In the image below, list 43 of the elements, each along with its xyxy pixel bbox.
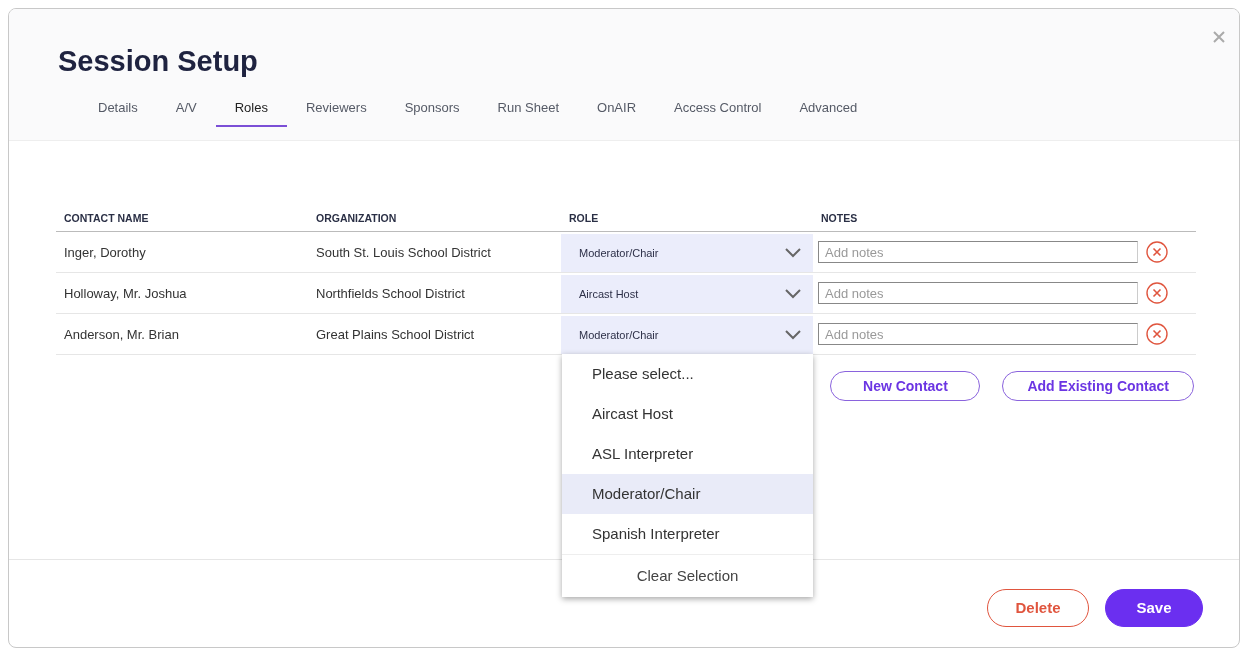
column-header: NOTES (820, 212, 859, 226)
menu-option[interactable]: Please select... (562, 353, 813, 394)
notes-field[interactable]: Add notes (818, 282, 1138, 304)
menu-option[interactable]: Spanish Interpreter (562, 513, 813, 554)
table-cell-text: Great Plains School District (315, 326, 476, 342)
tab[interactable]: Access Control (655, 100, 781, 127)
tab[interactable]: Details (79, 100, 157, 127)
chevron-down-icon (785, 329, 801, 340)
menu-option[interactable]: Aircast Host (562, 393, 813, 434)
menu-option[interactable]: ASL Interpreter (562, 433, 813, 474)
tab[interactable]: Roles (215, 100, 287, 127)
tab[interactable]: Sponsors (385, 100, 479, 127)
remove-icon[interactable] (1146, 323, 1168, 345)
tab[interactable]: Reviewers (286, 100, 386, 127)
tab[interactable]: A/V (156, 100, 216, 127)
tab[interactable]: Run Sheet (478, 100, 578, 127)
remove-icon[interactable] (1146, 241, 1168, 263)
tab[interactable]: OnAIR (578, 100, 656, 127)
clear-selection-option[interactable]: Clear Selection (562, 553, 813, 597)
close-icon[interactable] (1213, 31, 1225, 43)
column-header: ROLE (568, 212, 600, 226)
role-dropdown[interactable]: Aircast Host (561, 274, 813, 313)
dialog-title: Session Setup (58, 45, 259, 78)
table-cell-text: Anderson, Mr. Brian (63, 326, 180, 342)
save-button[interactable]: Save (1105, 588, 1203, 627)
chevron-down-icon (785, 247, 801, 258)
table-cell-text: Inger, Dorothy (63, 244, 147, 260)
notes-field[interactable]: Add notes (818, 323, 1138, 345)
table-cell-text: South St. Louis School District (315, 244, 492, 260)
contact-button[interactable]: New Contact (830, 371, 981, 401)
role-dropdown[interactable]: Moderator/Chair (561, 233, 813, 272)
menu-option[interactable]: Moderator/Chair (562, 473, 813, 514)
column-header: CONTACT NAME (63, 212, 150, 226)
tab[interactable]: Advanced (780, 100, 877, 127)
table-cell-text: Northfields School District (315, 285, 466, 301)
table-cell-text: Holloway, Mr. Joshua (63, 285, 188, 301)
notes-field[interactable]: Add notes (818, 241, 1138, 263)
delete-button[interactable]: Delete (987, 588, 1089, 627)
remove-icon[interactable] (1146, 282, 1168, 304)
role-dropdown[interactable]: Moderator/Chair (561, 315, 813, 354)
chevron-down-icon (785, 288, 801, 299)
contact-button[interactable]: Add Existing Contact (1002, 371, 1194, 401)
column-header: ORGANIZATION (315, 212, 398, 226)
